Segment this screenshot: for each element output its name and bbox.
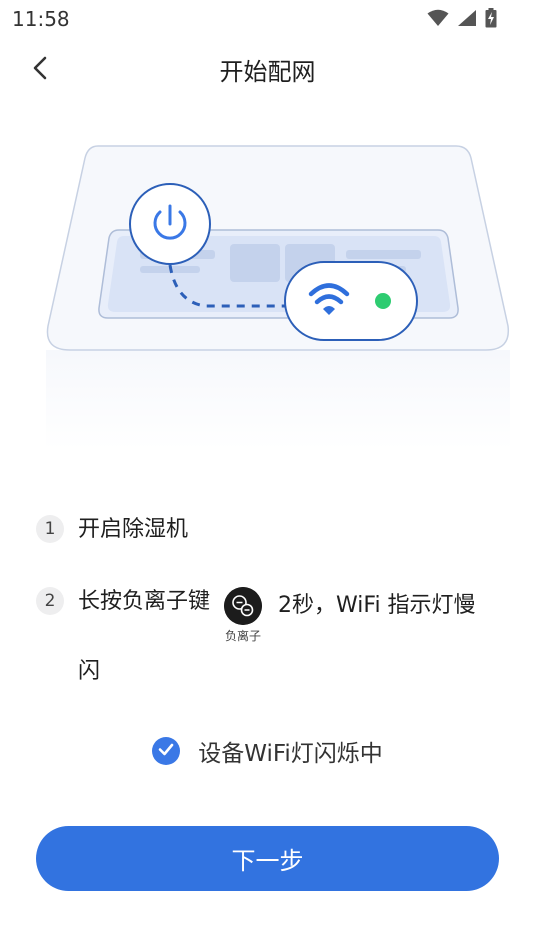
negative-ion-button-icon — [224, 587, 263, 625]
status-bar: 11:58 — [0, 0, 535, 36]
confirm-label: 设备WiFi灯闪烁中 — [198, 741, 383, 767]
step-number: 2 — [36, 587, 64, 615]
status-led-icon — [375, 293, 391, 309]
step-2-content: 长按负离子键 负离子 2秒，WiFi 指示灯慢 闪 — [78, 587, 476, 687]
step-text-before: 长按负离子键 — [78, 589, 211, 614]
next-button[interactable]: 下一步 — [36, 826, 499, 891]
negative-ion-button: 负离子 — [224, 587, 263, 644]
status-time: 11:58 — [12, 7, 70, 31]
battery-charging-icon — [485, 8, 497, 28]
checkmark-icon — [157, 740, 175, 762]
step-text-continued: 闪 — [78, 659, 101, 684]
step-1: 1 开启除湿机 — [36, 515, 188, 545]
step-2: 2 长按负离子键 负离子 2秒，WiFi 指示灯慢 闪 — [36, 587, 506, 687]
confirm-checkbox[interactable] — [152, 737, 181, 765]
cellular-signal-icon — [457, 9, 477, 27]
header: 开始配网 — [0, 40, 535, 96]
wifi-blinking-confirm[interactable]: 设备WiFi灯闪烁中 — [0, 734, 535, 768]
status-icons — [427, 6, 497, 30]
step-number: 1 — [36, 515, 64, 543]
negative-ion-label: 负离子 — [225, 629, 262, 643]
step-text-after: 2秒，WiFi 指示灯慢 — [278, 593, 476, 618]
device-illustration — [0, 140, 535, 450]
wifi-icon — [427, 9, 449, 27]
step-2-first-line: 长按负离子键 负离子 2秒，WiFi 指示灯慢 — [78, 587, 476, 644]
step-text: 开启除湿机 — [78, 517, 189, 542]
page-title: 开始配网 — [219, 58, 316, 86]
